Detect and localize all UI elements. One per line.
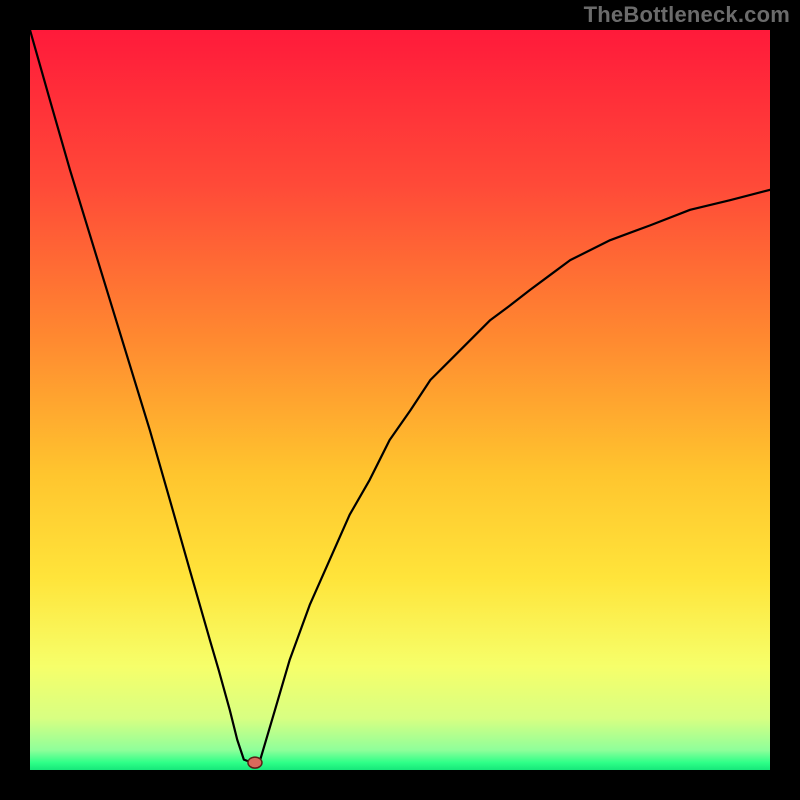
marker-dot: [248, 757, 262, 768]
watermark-text: TheBottleneck.com: [584, 2, 790, 28]
plot-area: [30, 30, 770, 770]
bottleneck-chart: [30, 30, 770, 770]
chart-frame: TheBottleneck.com: [0, 0, 800, 800]
